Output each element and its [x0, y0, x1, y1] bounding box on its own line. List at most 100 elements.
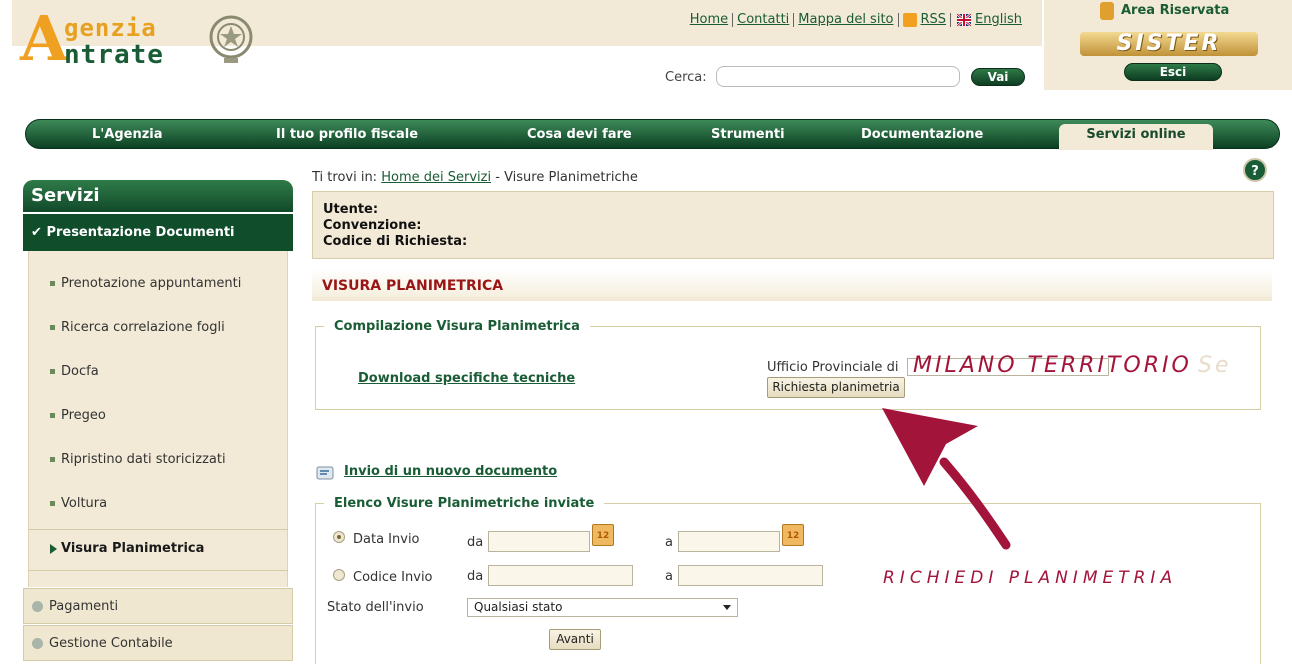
logo-line2: ntrate: [64, 40, 164, 70]
document-send-icon: [316, 466, 334, 480]
top-links: Home Contatti Mappa del sito RSS English: [686, 12, 1026, 27]
logout-button[interactable]: Esci: [1124, 63, 1222, 81]
logo-line1: genzia: [64, 14, 157, 42]
circle-icon: [32, 638, 43, 649]
sidebar-item-docfa[interactable]: Docfa: [50, 364, 99, 379]
sidebar-item-label: Voltura: [61, 496, 108, 511]
divider: [28, 570, 288, 571]
sidebar-accordion-gestione[interactable]: Gestione Contabile: [23, 625, 293, 661]
republic-emblem-icon: [209, 15, 253, 63]
stato-invio-select[interactable]: Qualsiasi stato: [467, 598, 738, 617]
a-label: a: [665, 569, 673, 584]
sidebar-accordion-pagamenti[interactable]: Pagamenti: [23, 588, 293, 624]
data-invio-radio[interactable]: [333, 531, 345, 543]
search-input[interactable]: [716, 66, 960, 87]
sidebar-item-ripristino[interactable]: Ripristino dati storicizzati: [50, 452, 226, 467]
search-label: Cerca:: [665, 70, 707, 85]
nav-strumenti[interactable]: Strumenti: [711, 127, 785, 142]
bullet-icon: [50, 281, 55, 286]
checkmark-icon: ✔: [31, 225, 42, 240]
sidebar-item-pregeo[interactable]: Pregeo: [50, 408, 106, 423]
codice-richiesta-label: Codice di Richiesta:: [323, 234, 468, 249]
sidebar-accordion-label: Gestione Contabile: [49, 636, 173, 651]
english-link[interactable]: English: [971, 12, 1026, 27]
lock-icon: [1100, 2, 1114, 20]
download-specifiche-link[interactable]: Download specifiche tecniche: [358, 371, 575, 386]
annotation-text: RICHIEDI PLANIMETRIA: [883, 568, 1178, 588]
sidebar-accordion-label: Pagamenti: [49, 599, 119, 614]
sidebar-title: Servizi: [23, 180, 293, 212]
home-link[interactable]: Home: [686, 12, 732, 27]
bullet-icon: [50, 501, 55, 506]
data-invio-label: Data Invio: [353, 532, 420, 547]
contatti-link[interactable]: Contatti: [733, 12, 793, 27]
stato-invio-value: Qualsiasi stato: [474, 600, 563, 614]
data-da-input[interactable]: [488, 531, 590, 552]
rss-link[interactable]: RSS: [917, 12, 951, 27]
sidebar-item-label: Prenotazione appuntamenti: [61, 276, 242, 291]
sidebar-item-label: Ripristino dati storicizzati: [61, 452, 226, 467]
nav-profilo-fiscale[interactable]: Il tuo profilo fiscale: [276, 127, 418, 142]
nav-agenzia[interactable]: L'Agenzia: [92, 127, 163, 142]
breadcrumb-current: Visure Planimetriche: [504, 170, 638, 185]
elenco-legend: Elenco Visure Planimetriche inviate: [334, 496, 595, 511]
divider: [950, 12, 952, 27]
nuovo-documento-link[interactable]: Invio di un nuovo documento: [344, 464, 557, 479]
sidebar-item-prenotazione[interactable]: Prenotazione appuntamenti: [50, 276, 241, 291]
main-nav: L'Agenzia Il tuo profilo fiscale Cosa de…: [25, 119, 1280, 150]
sidebar-item-label: Ricerca correlazione fogli: [61, 320, 225, 335]
data-a-input[interactable]: [678, 531, 780, 552]
bullet-icon: [50, 413, 55, 418]
page-title: VISURA PLANIMETRICA: [312, 269, 1272, 301]
bullet-icon: [50, 325, 55, 330]
ufficio-value: MILANO TERRITORIO: [913, 353, 1192, 378]
search-button[interactable]: Vai: [971, 68, 1025, 86]
rss-icon: [902, 12, 917, 27]
calendar-icon[interactable]: 12: [782, 524, 804, 546]
richiesta-planimetria-button[interactable]: Richiesta planimetria: [767, 377, 905, 398]
uk-flag-icon: [957, 13, 972, 26]
sidebar-item-visura-planimetrica[interactable]: Visura Planimetrica: [50, 541, 204, 556]
sidebar-item-label: Visura Planimetrica: [61, 541, 205, 556]
convenzione-label: Convenzione:: [323, 218, 422, 233]
user-info-box: Utente: Convenzione: Codice di Richiesta…: [312, 191, 1274, 259]
stato-invio-label: Stato dell'invio: [327, 600, 424, 615]
codice-invio-label: Codice Invio: [353, 570, 433, 585]
reserved-title: Area Riservata: [1121, 3, 1230, 18]
arrow-right-icon: [50, 543, 57, 554]
sidebar-section-label: Presentazione Documenti: [46, 225, 235, 240]
compilazione-legend: Compilazione Visura Planimetrica: [334, 319, 580, 334]
nav-servizi-online[interactable]: Servizi online: [1059, 124, 1213, 150]
breadcrumb-prefix: Ti trovi in:: [312, 170, 378, 185]
sister-logo: SISTER: [1080, 32, 1258, 56]
divider: [28, 529, 288, 530]
divider: [897, 12, 899, 27]
breadcrumb: Ti trovi in: Home dei Servizi - Visure P…: [312, 170, 638, 185]
avanti-button[interactable]: Avanti: [549, 629, 601, 650]
reserved-area: Area Riservata SISTER Esci: [1044, 0, 1292, 90]
codice-a-input[interactable]: [678, 565, 823, 586]
breadcrumb-home-link[interactable]: Home dei Servizi: [381, 170, 491, 185]
nav-cosa-devi-fare[interactable]: Cosa devi fare: [527, 127, 632, 142]
bullet-icon: [50, 457, 55, 462]
annotation-arrow-icon: [882, 408, 1011, 550]
nav-documentazione[interactable]: Documentazione: [861, 127, 983, 142]
da-label: da: [467, 535, 484, 550]
codice-invio-radio[interactable]: [333, 569, 345, 581]
circle-icon: [32, 601, 43, 612]
breadcrumb-separator: -: [495, 170, 500, 185]
utente-label: Utente:: [323, 202, 379, 217]
mappa-link[interactable]: Mappa del sito: [794, 12, 897, 27]
logo-initial: A: [20, 2, 69, 75]
sidebar-section-presentazione[interactable]: ✔ Presentazione Documenti: [23, 214, 293, 251]
calendar-icon[interactable]: 12: [592, 524, 614, 546]
bullet-icon: [50, 369, 55, 374]
chevron-down-icon: [723, 605, 731, 610]
codice-da-input[interactable]: [488, 565, 633, 586]
a-label: a: [665, 535, 673, 550]
sidebar-item-ricerca[interactable]: Ricerca correlazione fogli: [50, 320, 225, 335]
sidebar-item-voltura[interactable]: Voltura: [50, 496, 107, 511]
help-icon[interactable]: ?: [1243, 158, 1267, 182]
da-label: da: [467, 569, 484, 584]
sidebar-item-label: Docfa: [61, 364, 99, 379]
